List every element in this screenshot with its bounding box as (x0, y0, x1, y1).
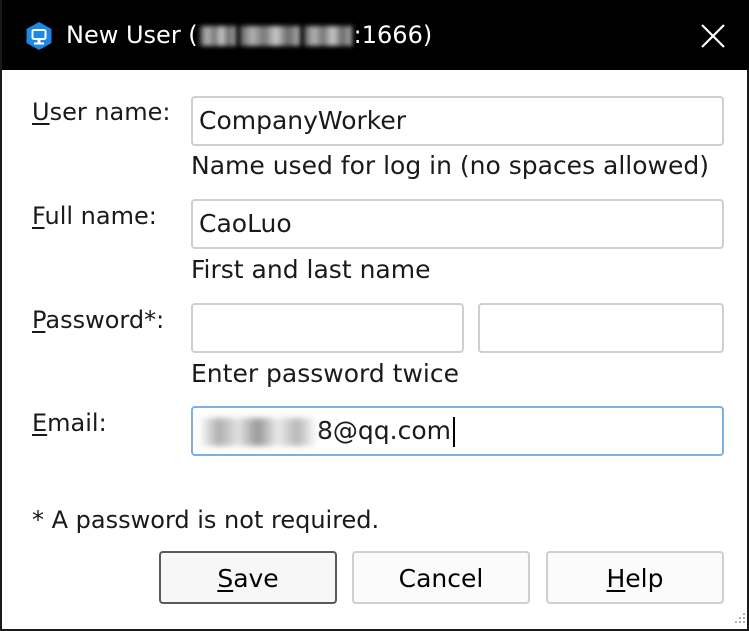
username-label-text: ser name: (49, 98, 171, 126)
email-input[interactable]: 8@qq.com (191, 406, 724, 456)
p4-app-icon (26, 22, 52, 50)
password-label-text: assword*: (45, 306, 165, 334)
password-label: Password*: (32, 305, 164, 335)
username-input[interactable]: CompanyWorker (191, 96, 724, 146)
fullname-hint: First and last name (191, 255, 431, 284)
redacted-host (303, 26, 352, 46)
resize-grip-icon[interactable] (729, 607, 747, 625)
password-hint: Enter password twice (191, 359, 460, 388)
save-label: ave (233, 564, 279, 593)
help-label: elp (625, 564, 664, 593)
email-label-text: mail: (47, 409, 107, 437)
help-mnemonic: H (606, 564, 626, 593)
redacted-email-user (199, 418, 317, 446)
email-value: 8@qq.com (317, 416, 451, 445)
redacted-host (199, 26, 236, 46)
username-mnemonic: U (32, 98, 50, 126)
close-icon[interactable] (695, 18, 731, 54)
password-confirm-input[interactable] (478, 303, 724, 353)
title-prefix: New User ( (66, 21, 198, 49)
fullname-mnemonic: F (32, 202, 45, 230)
text-caret (452, 417, 455, 447)
redacted-host (239, 26, 300, 46)
fullname-input[interactable]: CaoLuo (191, 199, 724, 249)
save-mnemonic: S (217, 564, 234, 593)
password-note: * A password is not required. (32, 506, 380, 534)
username-label: User name: (32, 97, 171, 127)
title-suffix: :1666) (353, 21, 433, 49)
new-user-dialog: New User ( :1666) User name: CompanyWorke… (0, 0, 749, 631)
username-hint: Name used for log in (no spaces allowed) (191, 151, 709, 180)
cancel-button[interactable]: Cancel (352, 551, 530, 604)
window-title: New User ( :1666) (66, 18, 432, 52)
password-mnemonic: P (32, 306, 46, 334)
save-button[interactable]: Save (159, 551, 337, 604)
fullname-label: Full name: (32, 201, 157, 231)
email-mnemonic: E (32, 409, 48, 437)
title-bar[interactable]: New User ( :1666) (2, 0, 749, 70)
fullname-label-text: ull name: (44, 202, 157, 230)
help-button[interactable]: Help (546, 551, 724, 604)
password-input[interactable] (191, 303, 464, 353)
email-label: Email: (32, 408, 107, 438)
